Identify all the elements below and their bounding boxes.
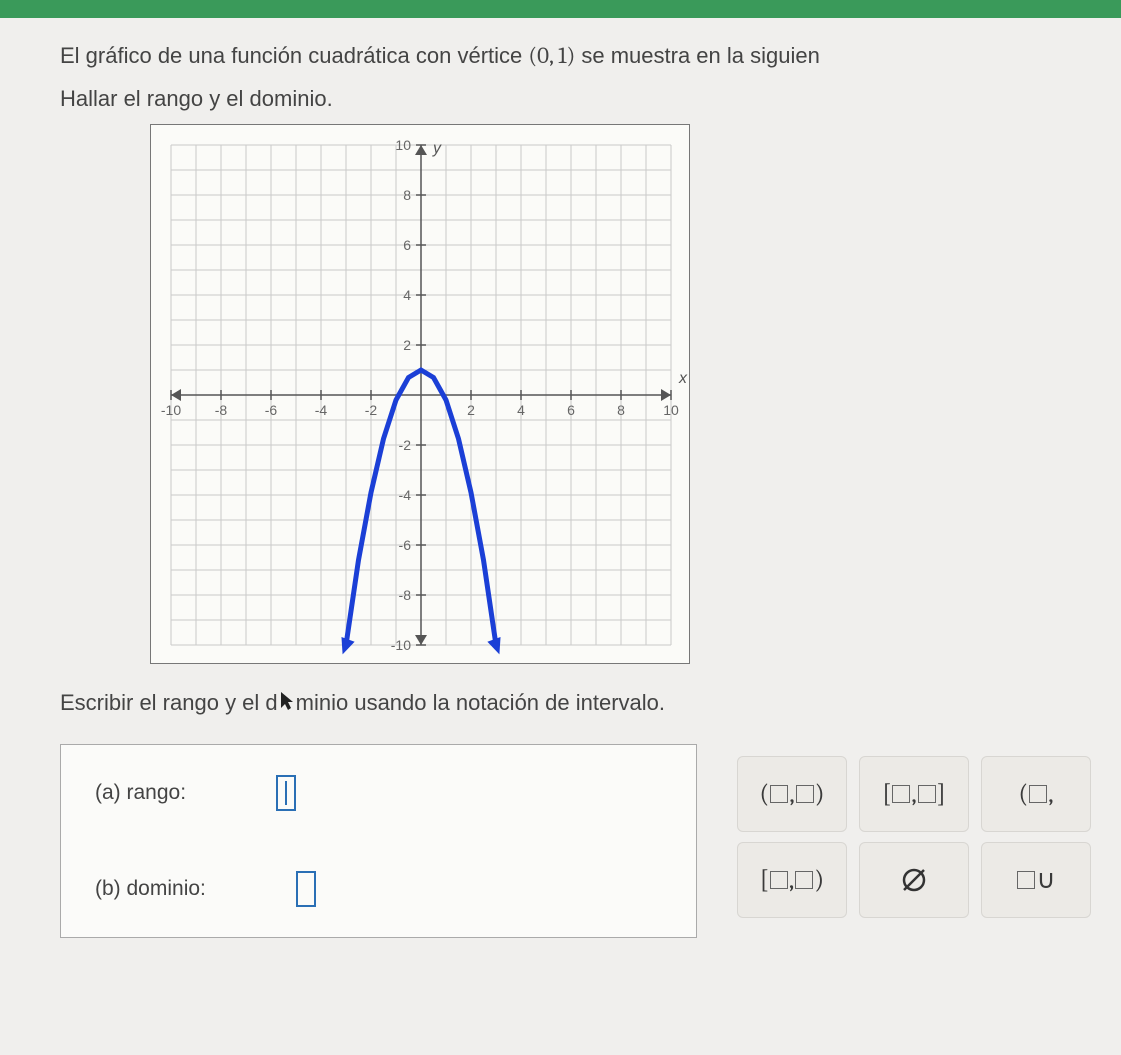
instruction-text: Escribir el rango y el d minio usando la …: [60, 688, 1091, 716]
label-dominio: (b) dominio:: [95, 877, 206, 901]
problem-line-1: El gráfico de una función cuadrática con…: [60, 38, 1091, 74]
instruction-pre: Escribir el rango y el d: [60, 690, 278, 715]
label-rango: (a) rango:: [95, 781, 186, 805]
svg-text:-6: -6: [399, 537, 412, 553]
svg-text:-4: -4: [315, 402, 328, 418]
interval-palette: (,) [,] (, [,) ∪: [737, 744, 1091, 938]
row-dominio: (b) dominio:: [95, 871, 662, 907]
page-body: El gráfico de una función cuadrática con…: [0, 18, 1121, 938]
cursor-arrow-icon: [278, 690, 296, 718]
answer-area: (a) rango: (b) dominio: (,) [,] (, [,) ∪: [60, 744, 1091, 938]
svg-text:-4: -4: [399, 487, 412, 503]
top-green-bar: [0, 0, 1121, 18]
quadratic-chart: x y -10 -8 -6 -4 -2 2 4 6 8 10 -10 -8 -6 -4 -2 2 4 6 8 10: [151, 125, 691, 665]
x-axis-label: x: [678, 370, 688, 387]
btn-open-half[interactable]: (,: [981, 756, 1091, 832]
problem-line1-pre: El gráfico de una función cuadrática con…: [60, 43, 528, 68]
svg-text:-8: -8: [215, 402, 228, 418]
svg-text:-10: -10: [391, 637, 411, 653]
y-axis-label: y: [432, 140, 442, 157]
svg-text:-8: -8: [399, 587, 412, 603]
problem-line-2: Hallar el rango y el dominio.: [60, 82, 1091, 116]
graph-container: x y -10 -8 -6 -4 -2 2 4 6 8 10 -10 -8 -6 -4 -2 2 4 6 8 10: [150, 124, 1091, 664]
svg-text:4: 4: [517, 402, 525, 418]
svg-text:-6: -6: [265, 402, 278, 418]
svg-text:8: 8: [617, 402, 625, 418]
svg-text:2: 2: [467, 402, 475, 418]
svg-text:-2: -2: [399, 437, 412, 453]
vertex-text: (0, 1): [528, 42, 575, 69]
svg-text:6: 6: [567, 402, 575, 418]
svg-text:6: 6: [403, 237, 411, 253]
problem-line1-post: se muestra en la siguien: [575, 43, 820, 68]
svg-text:10: 10: [395, 137, 411, 153]
svg-text:8: 8: [403, 187, 411, 203]
btn-closed-open[interactable]: [,): [737, 842, 847, 918]
btn-union[interactable]: ∪: [981, 842, 1091, 918]
instruction-post: minio usando la notación de intervalo.: [296, 690, 665, 715]
dominio-input[interactable]: [296, 871, 316, 907]
row-rango: (a) rango:: [95, 775, 662, 811]
btn-closed-closed[interactable]: [,]: [859, 756, 969, 832]
answer-box: (a) rango: (b) dominio:: [60, 744, 697, 938]
svg-text:-10: -10: [161, 402, 181, 418]
svg-text:10: 10: [663, 402, 679, 418]
rango-input[interactable]: [276, 775, 296, 811]
svg-text:2: 2: [403, 337, 411, 353]
btn-open-open[interactable]: (,): [737, 756, 847, 832]
graph-frame: x y -10 -8 -6 -4 -2 2 4 6 8 10 -10 -8 -6 -4 -2 2 4 6 8 10: [150, 124, 690, 664]
btn-emptyset[interactable]: [859, 842, 969, 918]
svg-text:4: 4: [403, 287, 411, 303]
svg-text:-2: -2: [365, 402, 378, 418]
